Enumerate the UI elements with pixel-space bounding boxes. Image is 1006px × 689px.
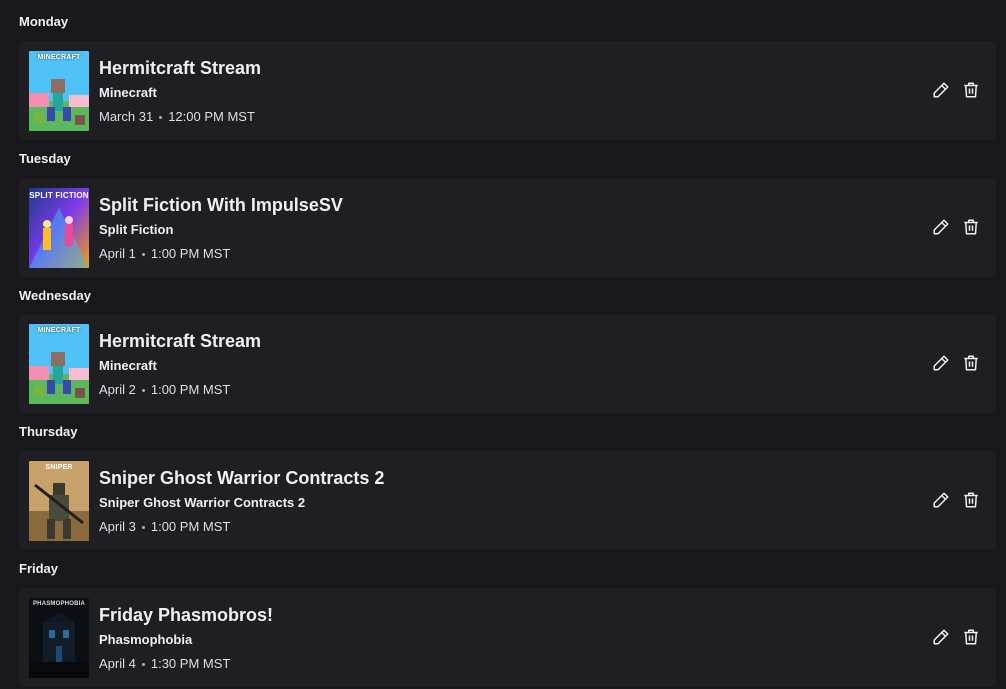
delete-button[interactable] xyxy=(959,488,983,512)
trash-icon xyxy=(964,629,978,645)
game-thumbnail-phasmophobia: PHASMOPHOBIA xyxy=(29,598,89,678)
thumbnail-logo: MINECRAFT xyxy=(37,327,81,334)
edit-button[interactable] xyxy=(929,351,953,375)
game-name: Sniper Ghost Warrior Contracts 2 xyxy=(99,495,306,510)
stream-date: April 2 xyxy=(99,382,136,397)
stream-title: Sniper Ghost Warrior Contracts 2 xyxy=(99,468,385,488)
separator-dot xyxy=(159,116,163,120)
thumbnail-logo: SNIPER xyxy=(45,464,73,471)
delete-button[interactable] xyxy=(959,78,983,102)
stream-date: March 31 xyxy=(99,109,154,124)
stream-date: April 3 xyxy=(99,519,136,534)
thumbnail-logo: SPLIT FICTION xyxy=(29,191,89,200)
separator-dot xyxy=(141,526,145,530)
pencil-icon xyxy=(933,82,949,98)
pencil-icon xyxy=(933,629,949,645)
trash-icon xyxy=(964,355,978,371)
stream-datetime: April 1 1:00 PM MST xyxy=(99,246,230,261)
stream-time: 1:00 PM MST xyxy=(150,246,231,261)
trash-icon xyxy=(964,219,978,235)
stream-date: April 1 xyxy=(99,246,136,261)
delete-button[interactable] xyxy=(959,215,983,239)
stream-datetime: April 4 1:30 PM MST xyxy=(99,656,230,671)
separator-dot xyxy=(141,389,145,393)
day-heading: Wednesday xyxy=(19,288,92,303)
edit-button[interactable] xyxy=(929,78,953,102)
game-thumbnail-minecraft: MINECRAFT xyxy=(29,324,89,404)
schedule-segment: MINECRAFT Hermitcraft Stream Minecraft M… xyxy=(19,41,996,140)
game-name: Minecraft xyxy=(99,358,157,373)
thumbnail-logo: MINECRAFT xyxy=(37,54,81,61)
stream-datetime: March 31 12:00 PM MST xyxy=(99,109,255,124)
stream-time: 12:00 PM MST xyxy=(168,109,255,124)
day-heading: Friday xyxy=(19,561,59,576)
schedule-segment: MINECRAFT Hermitcraft Stream Minecraft A… xyxy=(19,314,996,413)
trash-icon xyxy=(964,492,978,508)
edit-button[interactable] xyxy=(929,488,953,512)
game-thumbnail-minecraft: MINECRAFT xyxy=(29,51,89,131)
schedule-list: Monday MINECRAFT Hermitcraft Stream Mine… xyxy=(0,0,1006,689)
stream-datetime: April 3 1:00 PM MST xyxy=(99,519,230,534)
game-thumbnail-split-fiction: SPLIT FICTION xyxy=(29,188,89,268)
stream-title: Split Fiction With ImpulseSV xyxy=(99,195,343,215)
stream-time: 1:00 PM MST xyxy=(150,382,231,397)
day-heading: Monday xyxy=(19,14,69,29)
pencil-icon xyxy=(933,492,949,508)
day-heading: Thursday xyxy=(19,424,78,439)
schedule-segment: SNIPER Sniper Ghost Warrior Contracts 2 … xyxy=(19,451,996,550)
delete-button[interactable] xyxy=(959,351,983,375)
delete-button[interactable] xyxy=(959,625,983,649)
pencil-icon xyxy=(933,355,949,371)
stream-time: 1:30 PM MST xyxy=(150,656,231,671)
game-name: Minecraft xyxy=(99,85,157,100)
game-name: Split Fiction xyxy=(99,222,174,237)
edit-button[interactable] xyxy=(929,215,953,239)
stream-title: Friday Phasmobros! xyxy=(99,605,274,625)
separator-dot xyxy=(141,253,145,257)
game-name: Phasmophobia xyxy=(99,632,193,647)
stream-title: Hermitcraft Stream xyxy=(99,58,262,78)
stream-date: April 4 xyxy=(99,656,136,671)
pencil-icon xyxy=(933,219,949,235)
stream-datetime: April 2 1:00 PM MST xyxy=(99,382,230,397)
edit-button[interactable] xyxy=(929,625,953,649)
stream-title: Hermitcraft Stream xyxy=(99,331,262,351)
schedule-segment: SPLIT FICTION Split Fiction With Impulse… xyxy=(19,178,996,277)
stream-time: 1:00 PM MST xyxy=(150,519,231,534)
schedule-segment: PHASMOPHOBIA Friday Phasmobros! Phasmoph… xyxy=(19,588,996,687)
thumbnail-logo: PHASMOPHOBIA xyxy=(32,601,86,607)
game-thumbnail-sniper: SNIPER xyxy=(29,461,89,541)
day-heading: Tuesday xyxy=(19,151,71,166)
separator-dot xyxy=(141,663,145,667)
trash-icon xyxy=(964,82,978,98)
